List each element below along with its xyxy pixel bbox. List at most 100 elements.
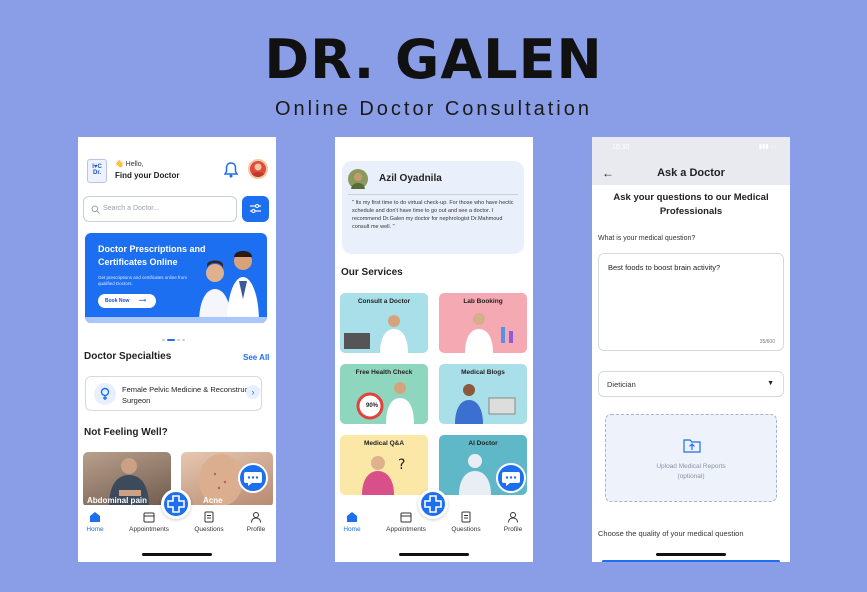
home-indicator <box>399 553 469 556</box>
qa-illustration: ? <box>362 456 405 495</box>
symptom-card-label: Acne <box>203 496 223 505</box>
page-title: Ask a Doctor <box>657 167 725 179</box>
specialty-select[interactable]: Dietician ▼ <box>598 371 784 397</box>
continue-bar[interactable] <box>602 560 780 562</box>
document-icon <box>204 511 214 523</box>
female-icon <box>94 383 116 405</box>
services-title: Our Services <box>341 267 403 278</box>
upload-label: Upload Medical Reports <box>656 463 726 470</box>
symptom-card-label: Abdominal pain <box>87 496 147 505</box>
carousel-dots[interactable] <box>162 328 192 341</box>
health-percent: 90% <box>366 403 379 409</box>
service-label: Free Health Check <box>355 369 413 376</box>
chat-bubble-icon <box>244 472 262 486</box>
home-icon <box>347 512 357 522</box>
search-placeholder: Search a Doctor... <box>103 205 160 212</box>
chevron-right-icon[interactable]: › <box>246 385 260 399</box>
health-check-illustration <box>356 382 414 424</box>
nav-home[interactable]: Home <box>335 511 377 533</box>
avatar[interactable] <box>248 159 268 179</box>
nav-home[interactable]: Home <box>78 511 120 533</box>
home-icon <box>90 512 100 522</box>
banner-subtitle: Get prescriptions and certificates onlin… <box>98 275 188 286</box>
quality-label: Choose the quality of your medical quest… <box>598 529 744 538</box>
nav-profile-label: Profile <box>246 526 266 533</box>
home-indicator <box>142 553 212 556</box>
specialty-value: Dietician <box>607 380 636 389</box>
search-input[interactable]: Search a Doctor... <box>83 196 237 222</box>
nav-appointments-label: Appointments <box>129 526 169 533</box>
brand-title: DR. GALEN <box>264 28 603 91</box>
page-title: Find your Doctor <box>115 171 180 180</box>
nav-profile[interactable]: Profile <box>231 511 276 533</box>
caret-down-icon: ▼ <box>767 380 774 387</box>
book-now-label: Book Now <box>105 298 130 304</box>
nav-questions[interactable]: Questions <box>184 511 234 533</box>
ask-doctor-screen: 10:30 ▮▮▮ ▭ ← Ask a Doctor Ask your quest… <box>592 137 790 562</box>
nav-profile-label: Profile <box>503 526 523 533</box>
status-bar: 10:30 ▮▮▮ ▭ <box>592 137 790 157</box>
service-label: AI Doctor <box>468 440 498 447</box>
user-icon <box>251 512 261 523</box>
calendar-icon <box>400 512 412 523</box>
consult-fab[interactable] <box>418 489 448 519</box>
service-lab-booking[interactable]: Lab Booking <box>439 293 527 353</box>
nav-appointments-label: Appointments <box>386 526 426 533</box>
consult-illustration <box>344 315 408 353</box>
home-screen: I♥C Dr. 👋 Hello, Find your Doctor Search … <box>78 137 276 562</box>
question-label: What is your medical question? <box>598 235 696 242</box>
bell-icon[interactable] <box>224 162 238 178</box>
chat-support-button[interactable] <box>496 463 526 493</box>
see-all-link[interactable]: See All <box>243 353 269 362</box>
search-icon <box>91 205 100 214</box>
nav-home-label: Home <box>86 526 104 533</box>
ask-heading: Ask your questions to our Medical Profes… <box>613 192 769 217</box>
lab-illustration <box>465 313 513 353</box>
nav-questions[interactable]: Questions <box>441 511 491 533</box>
service-medical-qa[interactable]: Medical Q&A ? <box>340 435 428 495</box>
app-logo: I♥C Dr. <box>87 159 107 183</box>
review-text: " Its my first time to do virtual check-… <box>352 200 514 230</box>
home-indicator <box>656 553 726 556</box>
upload-dropzone[interactable]: Upload Medical Reports (optional) <box>605 414 777 502</box>
nav-profile[interactable]: Profile <box>488 511 533 533</box>
not-feeling-title: Not Feeling Well? <box>84 427 168 438</box>
medical-cross-icon <box>167 495 185 513</box>
divider <box>348 194 518 195</box>
question-textarea[interactable]: Best foods to boost brain activity? 35/6… <box>598 253 784 351</box>
char-count: 35/600 <box>759 339 775 345</box>
nav-home-label: Home <box>343 526 361 533</box>
service-label: Consult a Doctor <box>357 298 411 305</box>
service-free-health-check[interactable]: Free Health Check 90% <box>340 364 428 424</box>
nav-questions-label: Questions <box>194 526 224 533</box>
doctors-illustration <box>199 251 259 323</box>
symptom-card[interactable]: Abdominal pain <box>83 452 171 507</box>
service-label: Medical Q&A <box>363 440 405 447</box>
greeting: 👋 Hello, <box>115 161 144 168</box>
upload-optional: (optional) <box>677 473 705 480</box>
sliders-icon <box>250 204 261 213</box>
battery-icon: ▮▮▮ ▭ <box>758 144 776 150</box>
service-consult-doctor[interactable]: Consult a Doctor <box>340 293 428 353</box>
calendar-icon <box>143 512 155 523</box>
upload-folder-icon <box>683 439 701 453</box>
book-now-button[interactable]: Book Now ⟶ <box>98 294 156 308</box>
specialty-card[interactable]: Female Pelvic Medicine & Reconstructive … <box>85 376 262 411</box>
service-medical-blogs[interactable]: Medical Blogs <box>439 364 527 424</box>
promo-banner[interactable]: Doctor Prescriptions and Certificates On… <box>85 233 267 323</box>
medical-cross-icon <box>424 495 442 513</box>
services-screen: Azil Oyadnila " Its my first time to do … <box>335 137 533 562</box>
review-card: Azil Oyadnila " Its my first time to do … <box>342 161 524 254</box>
user-icon <box>508 512 518 523</box>
blogs-illustration <box>455 384 516 424</box>
status-time: 10:30 <box>612 144 630 151</box>
consult-fab[interactable] <box>161 489 191 519</box>
specialty-label: Female Pelvic Medicine & Reconstructive … <box>122 385 260 405</box>
chat-support-button[interactable] <box>238 463 268 493</box>
filter-button[interactable] <box>242 196 269 222</box>
specialties-title: Doctor Specialties <box>84 351 172 362</box>
reviewer-name: Azil Oyadnila <box>379 173 442 184</box>
question-value: Best foods to boost brain activity? <box>608 263 721 272</box>
document-icon <box>461 511 471 523</box>
service-label: Medical Blogs <box>461 369 505 376</box>
